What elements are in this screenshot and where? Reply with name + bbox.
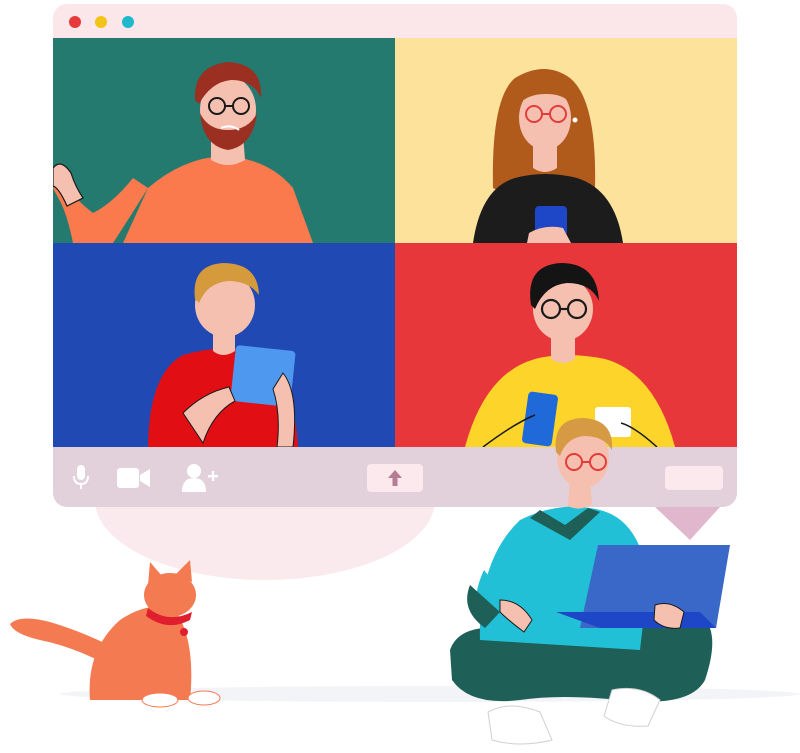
camera-button[interactable] — [116, 465, 152, 491]
participant-tile-top-right[interactable] — [395, 38, 737, 243]
minimize-window-button[interactable] — [95, 16, 107, 28]
cat-illustration — [10, 560, 221, 708]
projection-cone — [655, 507, 720, 540]
add-participant-button[interactable] — [181, 461, 221, 495]
participant-tile-top-left[interactable] — [53, 38, 395, 243]
close-window-button[interactable] — [69, 16, 81, 28]
participant-bearded-man-illustration — [53, 62, 313, 243]
share-screen-button[interactable] — [367, 464, 423, 492]
video-call-window — [53, 4, 737, 507]
microphone-button[interactable] — [71, 463, 91, 491]
participant-woman-illustration — [473, 69, 623, 243]
maximize-window-button[interactable] — [122, 16, 134, 28]
microphone-icon — [73, 465, 89, 489]
call-toolbar — [53, 447, 737, 507]
upload-arrow-icon — [388, 470, 402, 486]
video-camera-icon — [117, 468, 150, 488]
participant-man-with-phone-illustration — [465, 263, 675, 447]
participant-man-with-tablet-illustration — [148, 263, 298, 447]
add-user-icon — [182, 464, 218, 492]
participant-tile-bottom-right[interactable] — [395, 243, 737, 447]
floor-shadow — [60, 686, 800, 702]
leave-call-button[interactable] — [665, 466, 723, 490]
participant-tile-bottom-left[interactable] — [53, 243, 395, 447]
